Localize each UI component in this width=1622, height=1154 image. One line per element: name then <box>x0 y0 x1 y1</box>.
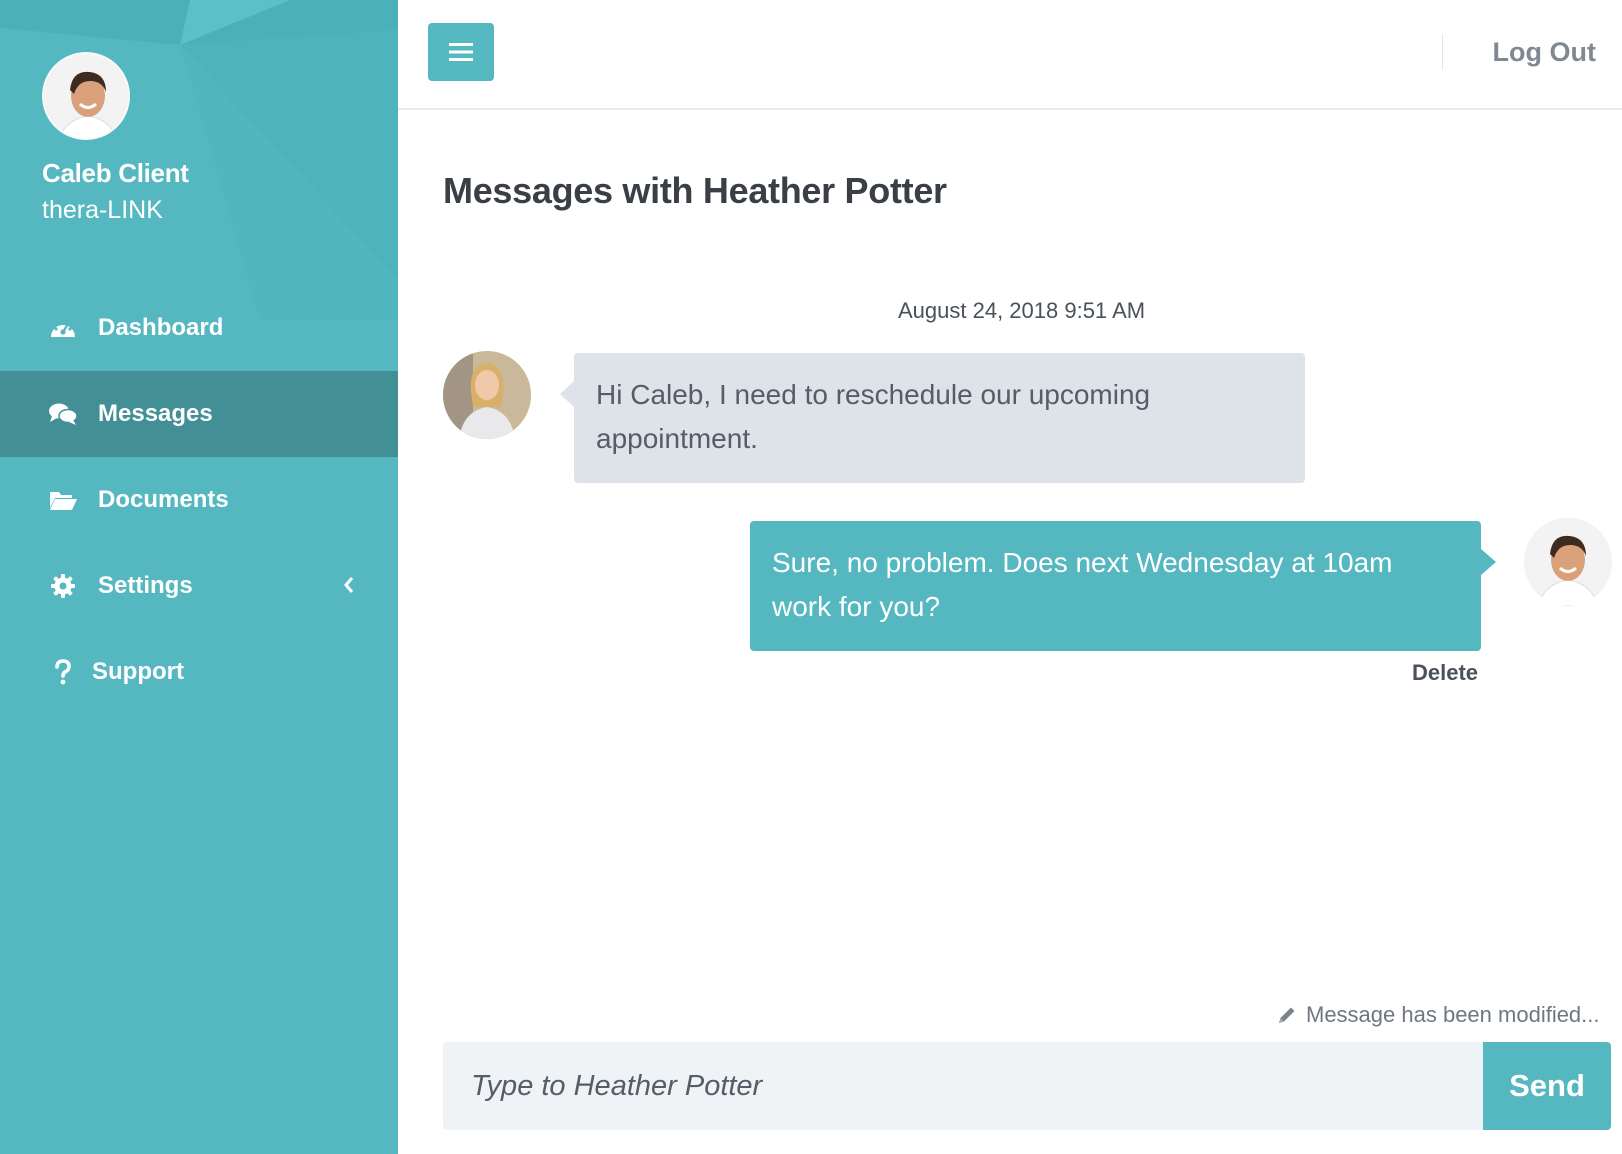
sidebar-item-settings[interactable]: Settings <box>0 543 398 629</box>
sidebar-item-dashboard[interactable]: Dashboard <box>0 285 398 371</box>
menu-toggle-button[interactable] <box>428 23 494 81</box>
question-mark-icon <box>48 657 78 687</box>
message-composer: Send <box>443 1042 1611 1130</box>
logout-link[interactable]: Log Out <box>1493 37 1596 68</box>
modified-status: Message has been modified... <box>1276 1002 1600 1028</box>
send-button[interactable]: Send <box>1483 1042 1611 1130</box>
gear-icon <box>48 571 78 601</box>
sidebar-nav: Dashboard Messages Documents Settings Su… <box>0 285 398 715</box>
modified-status-text: Message has been modified... <box>1306 1002 1600 1027</box>
user-avatar-image <box>44 54 128 138</box>
pencil-icon <box>1279 1007 1295 1023</box>
sidebar-item-label: Settings <box>98 572 193 599</box>
hamburger-menu-icon <box>449 43 473 61</box>
user-organization: thera-LINK <box>42 196 163 224</box>
delete-message-link[interactable]: Delete <box>1412 660 1478 686</box>
topbar-divider <box>1442 34 1443 70</box>
incoming-message-bubble: Hi Caleb, I need to reschedule our upcom… <box>560 353 1305 483</box>
sidebar: Caleb Client thera-LINK Dashboard Messag… <box>0 0 398 1154</box>
chevron-left-icon[interactable] <box>342 574 356 602</box>
page-title: Messages with Heather Potter <box>443 170 947 211</box>
contact-avatar <box>443 351 531 439</box>
top-bar: Log Out <box>398 0 1622 110</box>
message-input[interactable] <box>443 1042 1483 1130</box>
dashboard-gauge-icon <box>48 313 78 343</box>
message-timestamp: August 24, 2018 9:51 AM <box>898 298 1146 323</box>
sidebar-item-documents[interactable]: Documents <box>0 457 398 543</box>
sidebar-item-messages[interactable]: Messages <box>0 371 398 457</box>
sidebar-item-label: Support <box>92 658 184 685</box>
outgoing-message-bubble: Sure, no problem. Does next Wednesday at… <box>750 521 1496 651</box>
sidebar-item-label: Messages <box>98 400 213 427</box>
profile-avatar[interactable] <box>42 52 130 140</box>
contact-avatar-image <box>443 351 531 439</box>
folder-open-icon <box>48 485 78 515</box>
chat-bubbles-icon <box>48 399 78 429</box>
sidebar-item-label: Documents <box>98 486 229 513</box>
message-text: Hi Caleb, I need to reschedule our upcom… <box>596 379 1151 454</box>
user-avatar-small <box>1524 518 1612 606</box>
sidebar-item-support[interactable]: Support <box>0 629 398 715</box>
user-name: Caleb Client <box>42 158 189 188</box>
user-avatar-image <box>1524 518 1612 606</box>
sidebar-item-label: Dashboard <box>98 314 224 341</box>
message-text: Sure, no problem. Does next Wednesday at… <box>772 547 1393 622</box>
